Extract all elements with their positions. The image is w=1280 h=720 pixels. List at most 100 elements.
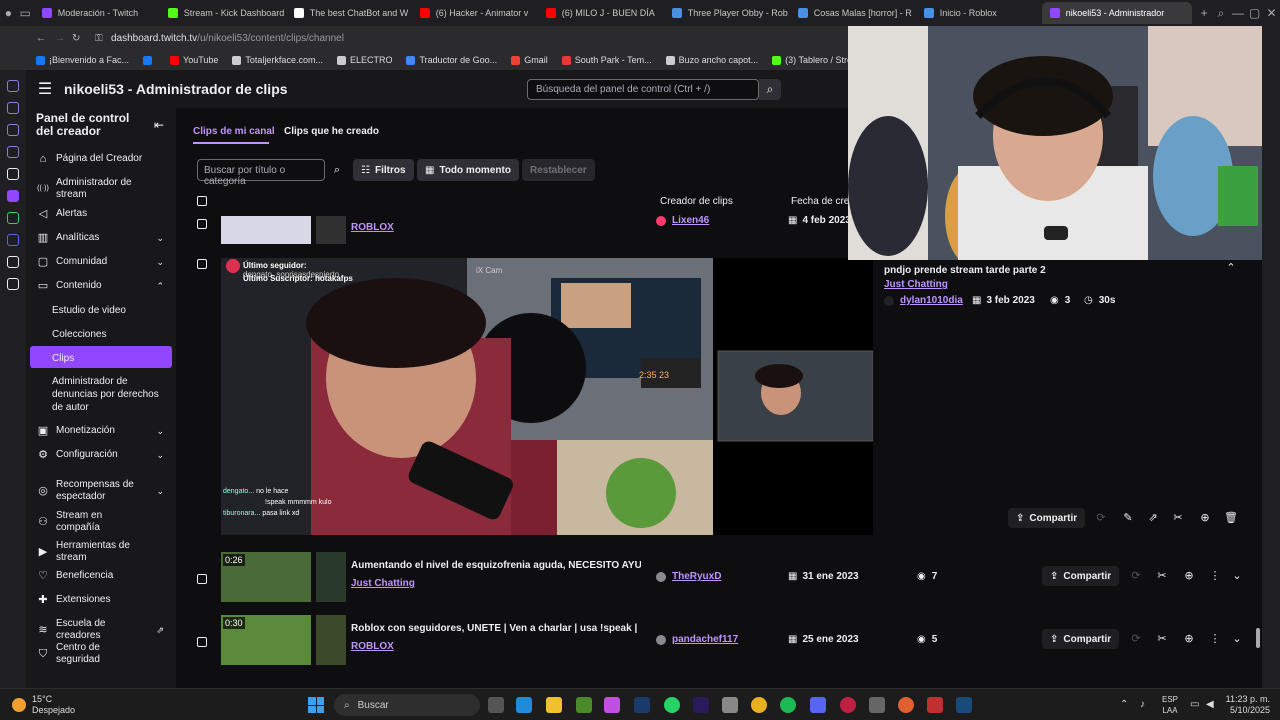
row-checkbox[interactable] — [197, 259, 207, 269]
sidebar-item-reward[interactable]: ◎ Recompensas de espectador ⌄ — [30, 479, 172, 503]
clip-thumbnail[interactable] — [221, 216, 311, 244]
app-icon[interactable] — [869, 697, 885, 713]
clip-creator[interactable]: pandachef117 — [656, 634, 738, 645]
sidebar-item-gear[interactable]: ⚙ Configuración ⌄ — [30, 449, 172, 461]
tab-actions-icon[interactable]: ▭ — [17, 0, 34, 26]
row-checkbox[interactable] — [197, 219, 207, 229]
clip-preview-player[interactable]: Último seguidor: dengato_sonrisasdespier… — [221, 258, 873, 535]
loop-icon[interactable]: ⟳ — [1094, 511, 1108, 524]
microphone-icon[interactable]: ♪ — [1140, 699, 1145, 710]
time-range-button[interactable]: ▦ Todo momento — [417, 159, 519, 181]
scissors-icon[interactable]: ✂ — [1155, 569, 1169, 582]
clip-category[interactable]: ROBLOX — [351, 641, 394, 652]
sidebar-item-money[interactable]: ▣ Monetización ⌄ — [30, 425, 172, 437]
side-app-icon[interactable] — [7, 102, 19, 114]
clip-thumbnail[interactable]: 0:26 — [221, 552, 311, 602]
pin-icon[interactable]: ✎ — [1121, 511, 1135, 524]
bookmark-item[interactable] — [143, 55, 156, 65]
loop-icon[interactable]: ⟳ — [1129, 569, 1143, 582]
chevron-up-icon[interactable]: ⌃ — [1224, 261, 1238, 274]
clip-thumbnail-small[interactable] — [316, 615, 346, 665]
more-options-icon[interactable]: ⋮ — [1208, 569, 1222, 582]
task-view-icon[interactable] — [488, 697, 504, 713]
premiere-icon[interactable] — [693, 697, 709, 713]
reload-icon[interactable]: ↻ — [72, 33, 80, 44]
side-app-icon[interactable] — [7, 124, 19, 136]
scissors-icon[interactable]: ✂ — [1155, 632, 1169, 645]
open-external-icon[interactable]: ⇗ — [1146, 511, 1160, 524]
loop-icon[interactable]: ⟳ — [1129, 632, 1143, 645]
file-explorer-icon[interactable] — [546, 697, 562, 713]
clip-category[interactable]: ROBLOX — [351, 222, 394, 233]
sidebar-item-shield[interactable]: ⛉ Centro de seguridad — [30, 642, 172, 666]
browser-tab[interactable]: Inicio - Roblox — [916, 2, 1040, 24]
clip-search-icon[interactable]: ⌕ — [327, 159, 347, 181]
clip-thumbnail-small[interactable] — [316, 216, 346, 244]
bookmark-item[interactable]: South Park - Tem... — [561, 55, 652, 65]
scrollbar-thumb[interactable] — [1256, 628, 1260, 648]
maximize-icon[interactable]: ▢ — [1246, 0, 1263, 26]
menu-icon[interactable]: ☰ — [26, 70, 64, 108]
sidebar-item-content[interactable]: ▭ Contenido ⌃ — [30, 280, 172, 292]
sidebar-item-broadcast[interactable]: ((·)) Administrador de stream — [30, 177, 172, 201]
store-icon[interactable] — [722, 697, 738, 713]
bookmark-item[interactable]: Traductor de Goo... — [406, 55, 497, 65]
firefox-icon[interactable] — [898, 697, 914, 713]
opera-icon[interactable] — [840, 697, 856, 713]
weather-widget[interactable]: 15°C Despejado — [12, 694, 75, 716]
browser-tab[interactable]: (6) Hacker - Animator v — [412, 2, 536, 24]
close-icon[interactable]: ✕ — [1263, 0, 1280, 26]
clip-creator[interactable]: TheRyuxD — [656, 571, 721, 582]
search-icon[interactable]: ⌕ — [759, 79, 781, 100]
whatsapp-icon[interactable] — [664, 697, 680, 713]
forward-icon[interactable]: → — [55, 33, 65, 44]
clip-category[interactable]: Just Chatting — [351, 578, 415, 589]
back-icon[interactable]: ← — [36, 33, 46, 44]
tray-chevron-icon[interactable]: ⌃ — [1120, 699, 1128, 710]
bookmark-item[interactable]: Totaljerkface.com... — [232, 55, 323, 65]
browser-tab[interactable]: Three Player Obby - Rob — [664, 2, 788, 24]
minecraft-icon[interactable] — [576, 697, 592, 713]
bookmark-item[interactable]: ¡Bienvenido a Fac... — [36, 55, 129, 65]
row-checkbox[interactable] — [197, 637, 207, 647]
app-icon[interactable] — [927, 697, 943, 713]
clip-category[interactable]: Just Chatting — [884, 279, 948, 290]
dashboard-search-input[interactable]: Búsqueda del panel de control (Ctrl + /) — [527, 79, 759, 100]
browser-tab[interactable]: Stream - Kick Dashboard — [160, 2, 284, 24]
share-button[interactable]: ⇪ Compartir — [1008, 508, 1086, 528]
bookmark-item[interactable]: (3) Tablero / Strea... — [772, 55, 850, 65]
side-app-icon[interactable] — [7, 80, 19, 92]
chevron-down-icon[interactable]: ⌄ — [1230, 569, 1244, 582]
taskbar-search[interactable]: ⌕ Buscar — [334, 694, 480, 716]
sidebar-item-heart[interactable]: ♡ Beneficencia — [30, 570, 172, 582]
side-app-icon[interactable] — [7, 256, 19, 268]
side-app-icon[interactable] — [7, 212, 19, 224]
clip-thumbnail[interactable]: 0:30 — [221, 615, 311, 665]
trash-icon[interactable]: 🗑 — [1224, 511, 1238, 524]
tab-my-channel-clips[interactable]: Clips de mi canal — [193, 126, 275, 137]
clip-creator[interactable]: dylan1010dia — [884, 295, 963, 306]
tab-clips-i-made[interactable]: Clips que he creado — [284, 126, 379, 137]
chrome-icon[interactable] — [751, 697, 767, 713]
bookmark-item[interactable]: ELECTRO — [336, 55, 392, 65]
sidebar-item-people[interactable]: ▢ Comunidad ⌄ — [30, 256, 172, 268]
add-icon[interactable]: ⊕ — [1182, 569, 1196, 582]
row-checkbox[interactable] — [197, 574, 207, 584]
select-all-checkbox[interactable] — [197, 196, 207, 206]
search-tabs-icon[interactable]: ⌕ — [1213, 0, 1230, 26]
scissors-icon[interactable]: ✂ — [1171, 511, 1185, 524]
steam-icon[interactable] — [956, 697, 972, 713]
clock[interactable]: 11:23 p. m. 5/10/2025 — [1222, 694, 1270, 716]
sidebar-subitem[interactable]: Colecciones — [52, 328, 162, 341]
discord-icon[interactable] — [810, 697, 826, 713]
bookmark-item[interactable]: YouTube — [170, 55, 218, 65]
filters-button[interactable]: ☷ Filtros — [353, 159, 414, 181]
side-app-icon[interactable] — [7, 146, 19, 158]
language-indicator[interactable]: ESP LAA — [1162, 694, 1178, 716]
spotify-icon[interactable] — [780, 697, 796, 713]
sidebar-item-puzzle[interactable]: ✚ Extensiones — [30, 594, 172, 606]
photoshop-icon[interactable] — [634, 697, 650, 713]
sidebar-subitem[interactable]: Administrador de denuncias por derechos … — [52, 375, 162, 414]
clip-thumbnail-small[interactable] — [316, 552, 346, 602]
sidebar-item-school[interactable]: ≋ Escuela de creadores ⇗ — [30, 618, 172, 642]
